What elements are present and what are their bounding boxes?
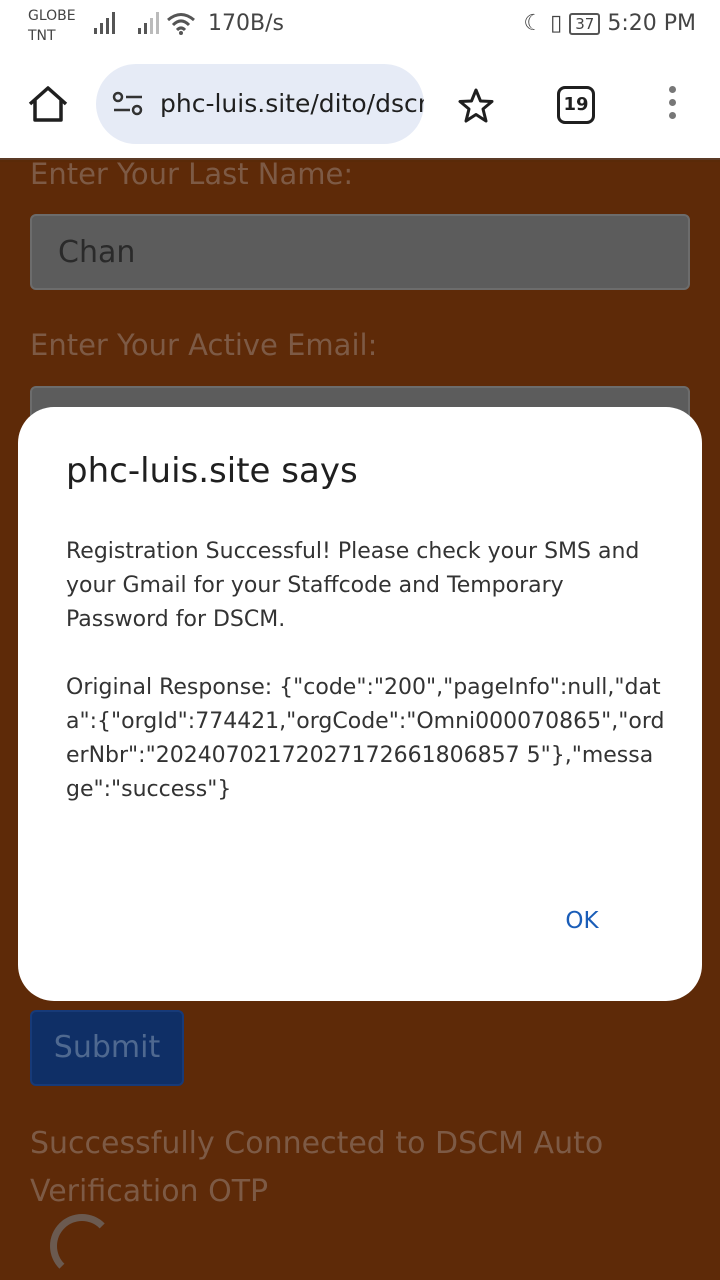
browser-toolbar: phc-luis.site/dito/dscm 19 <box>0 52 720 160</box>
dialog-response: Original Response: {"code":"200","pageIn… <box>66 675 665 802</box>
battery-icon: 37 <box>569 13 601 35</box>
address-bar[interactable]: phc-luis.site/dito/dscm <box>96 64 424 144</box>
alert-dialog: phc-luis.site says Registration Successf… <box>18 407 702 1001</box>
email-label: Enter Your Active Email: <box>30 328 378 362</box>
network-speed: 170B/s <box>208 11 284 36</box>
tab-switcher-button[interactable]: 19 <box>557 86 595 124</box>
carrier-name: GLOBE TNT <box>28 8 76 44</box>
more-menu-icon[interactable] <box>666 86 678 126</box>
status-bar: GLOBE TNT 170B/s ☾ ▯ 37 5:20 PM <box>0 0 720 52</box>
loading-spinner <box>50 1214 114 1278</box>
home-icon[interactable] <box>26 84 70 124</box>
last-name-value: Chan <box>58 235 136 270</box>
last-name-input[interactable]: Chan <box>30 214 690 290</box>
dialog-body: Registration Successful! Please check yo… <box>66 535 666 841</box>
connection-status: Successfully Connected to DSCM Auto Veri… <box>30 1126 604 1209</box>
clock: 5:20 PM <box>607 11 696 36</box>
dialog-title: phc-luis.site says <box>66 451 358 491</box>
url-text[interactable]: phc-luis.site/dito/dscm <box>160 89 424 118</box>
status-right: ☾ ▯ 37 5:20 PM <box>523 11 696 36</box>
vibrate-icon: ▯ <box>550 11 563 36</box>
bookmark-star-icon[interactable] <box>456 86 496 126</box>
ok-button[interactable]: OK <box>548 901 616 941</box>
signal-icon-2 <box>138 12 162 34</box>
dialog-message: Registration Successful! Please check yo… <box>66 539 640 632</box>
wifi-icon <box>167 13 195 35</box>
submit-button[interactable]: Submit <box>30 1010 184 1086</box>
moon-icon: ☾ <box>523 11 544 36</box>
last-name-label: Enter Your Last Name: <box>30 157 354 191</box>
site-settings-icon[interactable] <box>112 90 144 118</box>
signal-icon <box>94 12 118 34</box>
